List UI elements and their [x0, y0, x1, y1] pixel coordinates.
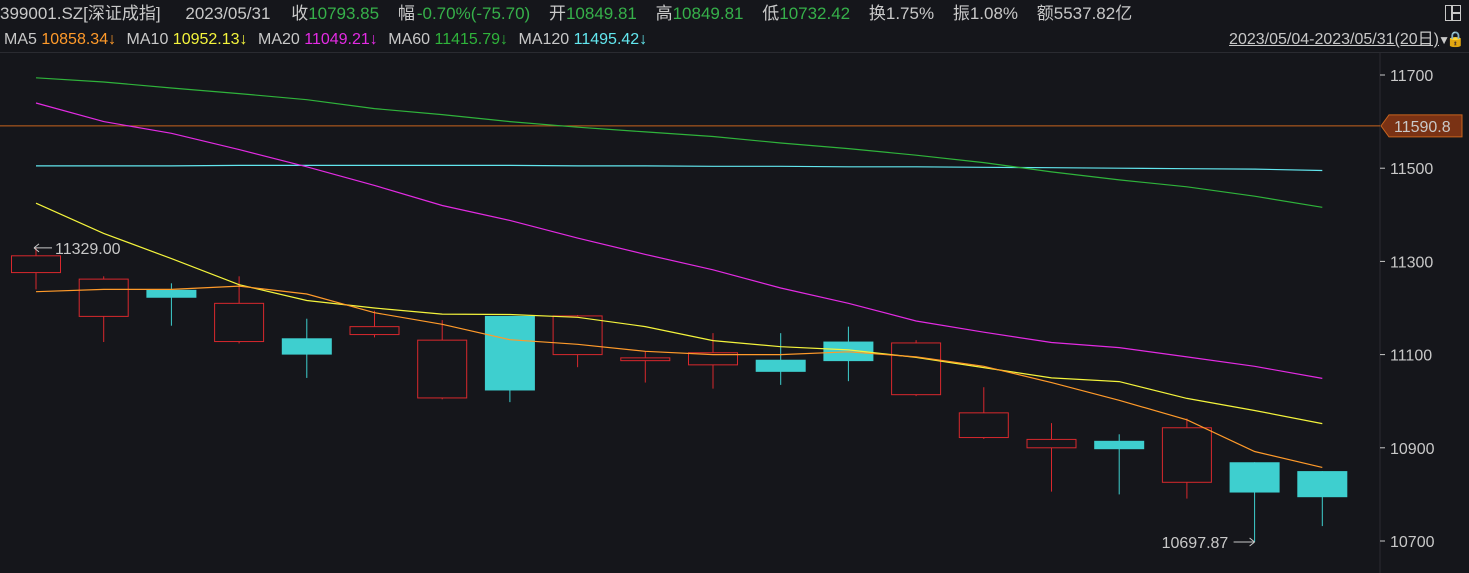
candle-body: [1229, 462, 1280, 493]
candle-body: [78, 278, 129, 317]
amplitude-label: 振: [952, 4, 970, 23]
change-value: -0.70%(-75.70): [416, 4, 531, 23]
stock-code[interactable]: 399001.SZ[深证成指]: [0, 4, 161, 23]
turnover-value: 1.75%: [885, 4, 935, 23]
amount-value: 5537.82亿: [1053, 4, 1133, 23]
ma60-label: MA60: [388, 31, 431, 48]
ma120-label: MA120: [518, 31, 570, 48]
y-tick-label: 11500: [1390, 161, 1433, 178]
high-label: 高: [655, 4, 673, 23]
ma20-label: MA20: [257, 31, 300, 48]
ma60-value: 11415.79↓: [434, 31, 509, 48]
ma10-label: MA10: [126, 31, 169, 48]
layout-icon[interactable]: [1445, 5, 1461, 21]
low-value: 10732.42: [779, 4, 851, 23]
lock-icon[interactable]: 🔒: [1446, 28, 1465, 52]
low-label: 低: [762, 4, 780, 23]
candle-body: [755, 359, 806, 372]
date-range-selector[interactable]: 2023/05/04-2023/05/31(20日): [1229, 28, 1439, 52]
candle-body: [1297, 471, 1348, 498]
ma120-value: 11495.42↓: [573, 31, 648, 48]
amount-label: 额: [1036, 4, 1054, 23]
close-label: 收: [291, 4, 309, 23]
y-tick-label: 11300: [1390, 254, 1433, 271]
candle-body: [11, 255, 61, 274]
candle-body: [891, 342, 942, 396]
ma5-label: MA5: [4, 31, 37, 48]
ma60-line: [35, 77, 1323, 208]
ma10-value: 10952.13↓: [172, 31, 248, 48]
candle-body: [417, 339, 468, 399]
candle-body: [281, 338, 332, 355]
change-label: 幅: [397, 4, 415, 23]
open-label: 开: [548, 4, 566, 23]
ma-bar: MA5 10858.34↓ MA10 10952.13↓ MA20 11049.…: [0, 28, 1469, 53]
candle-body: [484, 315, 535, 391]
high-value: 10849.81: [672, 4, 744, 23]
candle-body: [1161, 427, 1212, 483]
candle-body: [620, 357, 671, 362]
candlestick-chart[interactable]: 11700 11500 11300 11100 10900 10700 11590.8 113…: [0, 53, 1469, 573]
price-line-label: 11590.8: [1394, 119, 1451, 136]
candle-body: [552, 315, 603, 356]
quote-header: 399001.SZ[深证成指] 2023/05/31 收10793.85 幅 -0…: [0, 0, 1469, 28]
low-marker-label: 10697.87: [1162, 535, 1229, 552]
candle-body: [1094, 440, 1145, 450]
open-value: 10849.81: [565, 4, 637, 23]
ma120-line: [36, 164, 1323, 172]
quote-date: 2023/05/31: [185, 4, 271, 23]
y-tick-label: 10700: [1390, 534, 1435, 551]
close-value: 10793.85: [308, 4, 380, 23]
candle-body: [349, 326, 400, 336]
candle-body: [958, 412, 1009, 439]
high-marker-label: 11329.00: [55, 241, 121, 258]
y-tick-label: 11100: [1390, 348, 1432, 365]
turnover-label: 换: [868, 4, 886, 23]
ma20-value: 11049.21↓: [304, 31, 378, 48]
y-tick-label: 10900: [1390, 441, 1435, 458]
candle-body: [214, 302, 265, 343]
y-tick-label: 11700: [1390, 68, 1433, 85]
ma5-value: 10858.34↓: [41, 31, 117, 48]
amplitude-value: 1.08%: [969, 4, 1019, 23]
candle-body: [146, 289, 197, 298]
candle-body: [1026, 438, 1077, 449]
